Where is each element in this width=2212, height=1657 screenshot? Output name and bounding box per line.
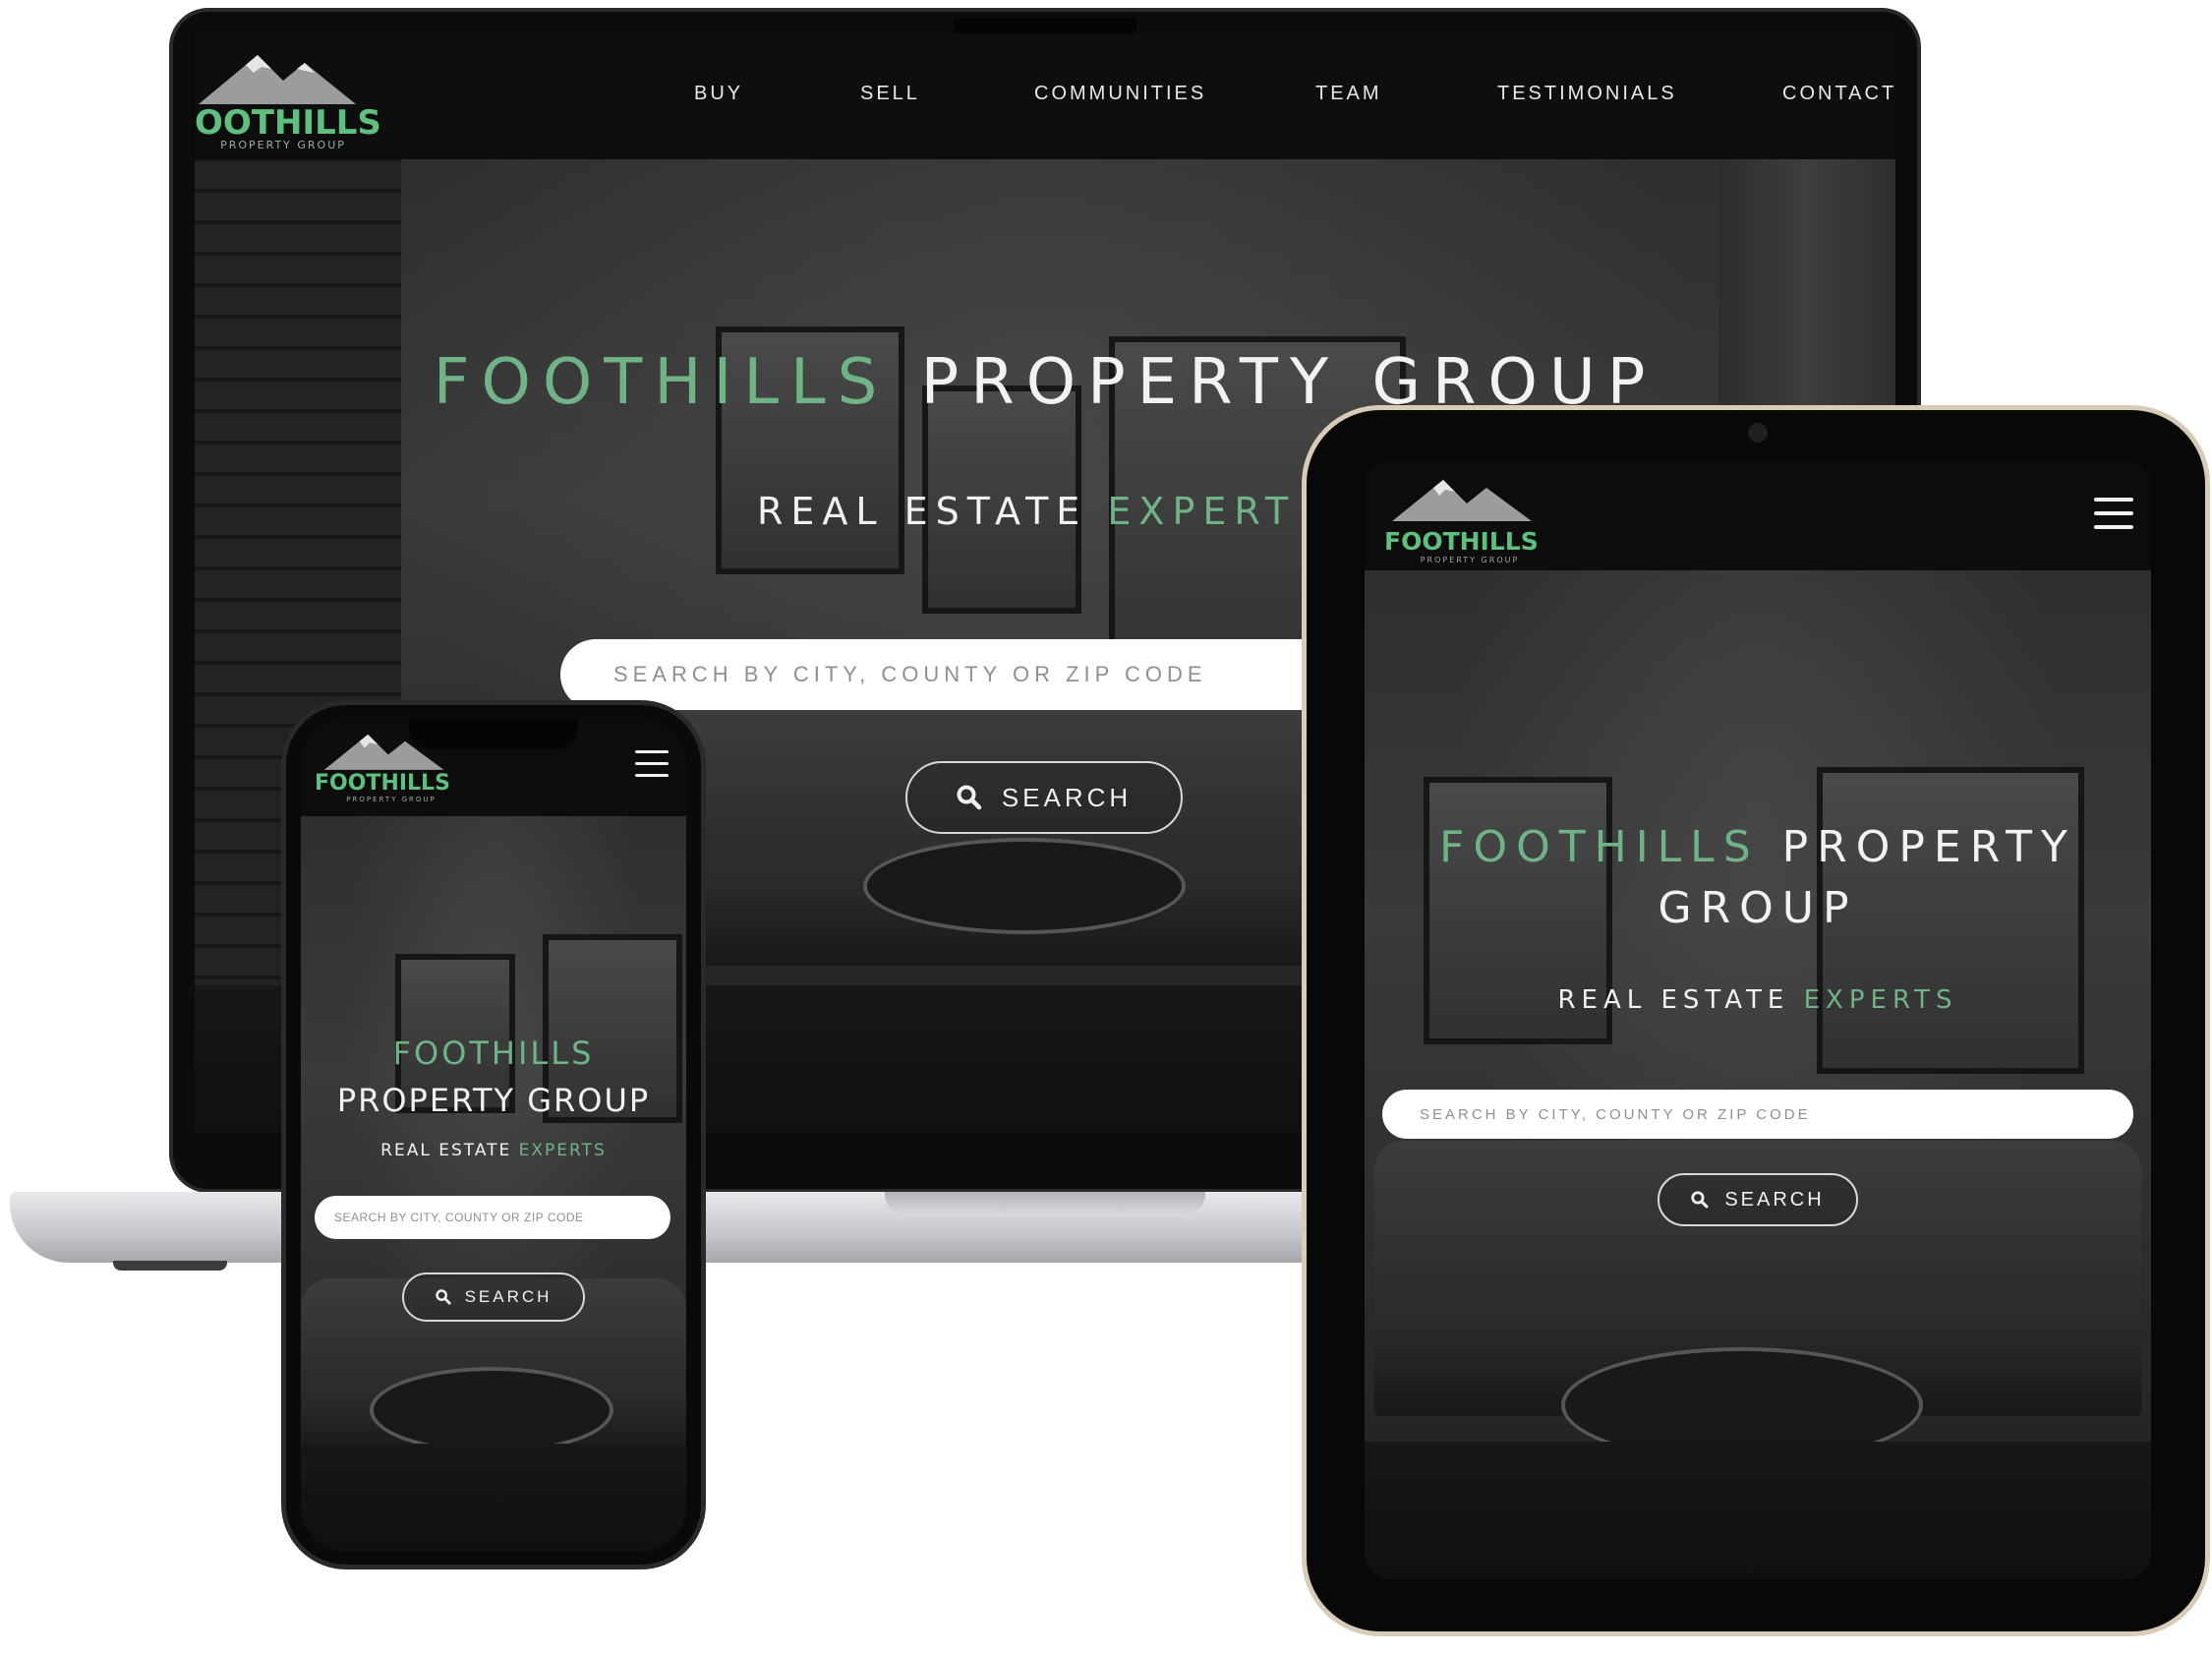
desktop-nav: BUY SELL COMMUNITIES TEAM TESTIMONIALS C…	[195, 33, 1895, 159]
phone-hamburger-menu-icon[interactable]	[635, 750, 669, 777]
nav-item-contact[interactable]: CONTACT	[1782, 83, 1895, 105]
search-icon	[957, 785, 982, 810]
subtitle-experts: EXPERT	[1107, 490, 1297, 533]
tablet-search-label: SEARCH	[1724, 1188, 1825, 1211]
tablet-hero	[1365, 570, 2151, 1579]
title-group: GROUP	[1658, 883, 1858, 933]
subtitle-experts: EXPERTS	[1803, 985, 1958, 1015]
phone-screen: FOOTHILLS PROPERTY GROUP FOOTHILLS PROPE…	[301, 718, 686, 1552]
phone-hero-subtitle: REAL ESTATE EXPERTS	[301, 1141, 686, 1160]
mountain-logo-icon	[323, 734, 444, 770]
mountain-logo-icon	[1392, 480, 1532, 521]
tablet-search-input[interactable]	[1382, 1090, 2133, 1139]
subtitle-real-estate: REAL ESTATE	[757, 490, 1088, 533]
subtitle-real-estate: REAL ESTATE	[1557, 985, 1790, 1015]
tablet-camera	[1748, 423, 1768, 443]
tablet-screen: FOOTHILLS PROPERTY GROUP FOOTHILLS PROPE…	[1365, 460, 2151, 1579]
tablet-search-button[interactable]: SEARCH	[1658, 1173, 1858, 1226]
phone-search-input[interactable]	[315, 1196, 670, 1239]
tablet-hamburger-menu-icon[interactable]	[2094, 498, 2133, 529]
tablet-hero-title-line1: FOOTHILLS PROPERTY	[1365, 822, 2151, 872]
tablet-logo-sub: PROPERTY GROUP	[1420, 556, 1520, 564]
phone-logo-sub: PROPERTY GROUP	[346, 796, 437, 803]
search-icon	[435, 1289, 451, 1305]
search-icon	[1691, 1191, 1709, 1209]
title-property: PROPERTY	[1781, 822, 2076, 872]
tablet-logo[interactable]: FOOTHILLS PROPERTY GROUP	[1384, 472, 1561, 566]
desktop-search-button[interactable]: SEARCH	[905, 761, 1183, 834]
nav-item-communities[interactable]: COMMUNITIES	[1034, 83, 1206, 105]
phone-hero-title-line2: PROPERTY GROUP	[336, 1082, 651, 1119]
phone-hero-title-line1: FOOTHILLS	[392, 1035, 595, 1072]
nav-item-testimonials[interactable]: TESTIMONIALS	[1497, 83, 1677, 105]
laptop-foot	[113, 1261, 227, 1271]
phone-logo[interactable]: FOOTHILLS PROPERTY GROUP	[315, 728, 476, 810]
nav-item-team[interactable]: TEAM	[1315, 83, 1382, 105]
phone-hero	[301, 816, 686, 1552]
phone-logo-word: FOOTHILLS	[315, 771, 450, 796]
laptop-hinge-notch	[885, 1192, 1205, 1215]
tablet-hero-title-line2: GROUP	[1365, 883, 2151, 933]
nav-item-buy[interactable]: BUY	[694, 83, 743, 105]
phone-search-button[interactable]: SEARCH	[402, 1272, 585, 1322]
nav-item-sell[interactable]: SELL	[860, 83, 920, 105]
subtitle-real-estate: REAL ESTATE	[380, 1141, 512, 1160]
subtitle-experts: EXPERTS	[518, 1141, 607, 1160]
title-foothills: FOOTHILLS	[433, 346, 890, 419]
tablet-logo-word: FOOTHILLS	[1384, 527, 1539, 556]
desktop-search-label: SEARCH	[1001, 782, 1133, 812]
title-foothills: FOOTHILLS	[1439, 822, 1760, 872]
phone-search-label: SEARCH	[464, 1287, 553, 1306]
desktop-hero-subtitle: REAL ESTATE EXPERT	[757, 490, 1296, 533]
tablet-hero-subtitle: REAL ESTATE EXPERTS	[1365, 985, 2151, 1015]
